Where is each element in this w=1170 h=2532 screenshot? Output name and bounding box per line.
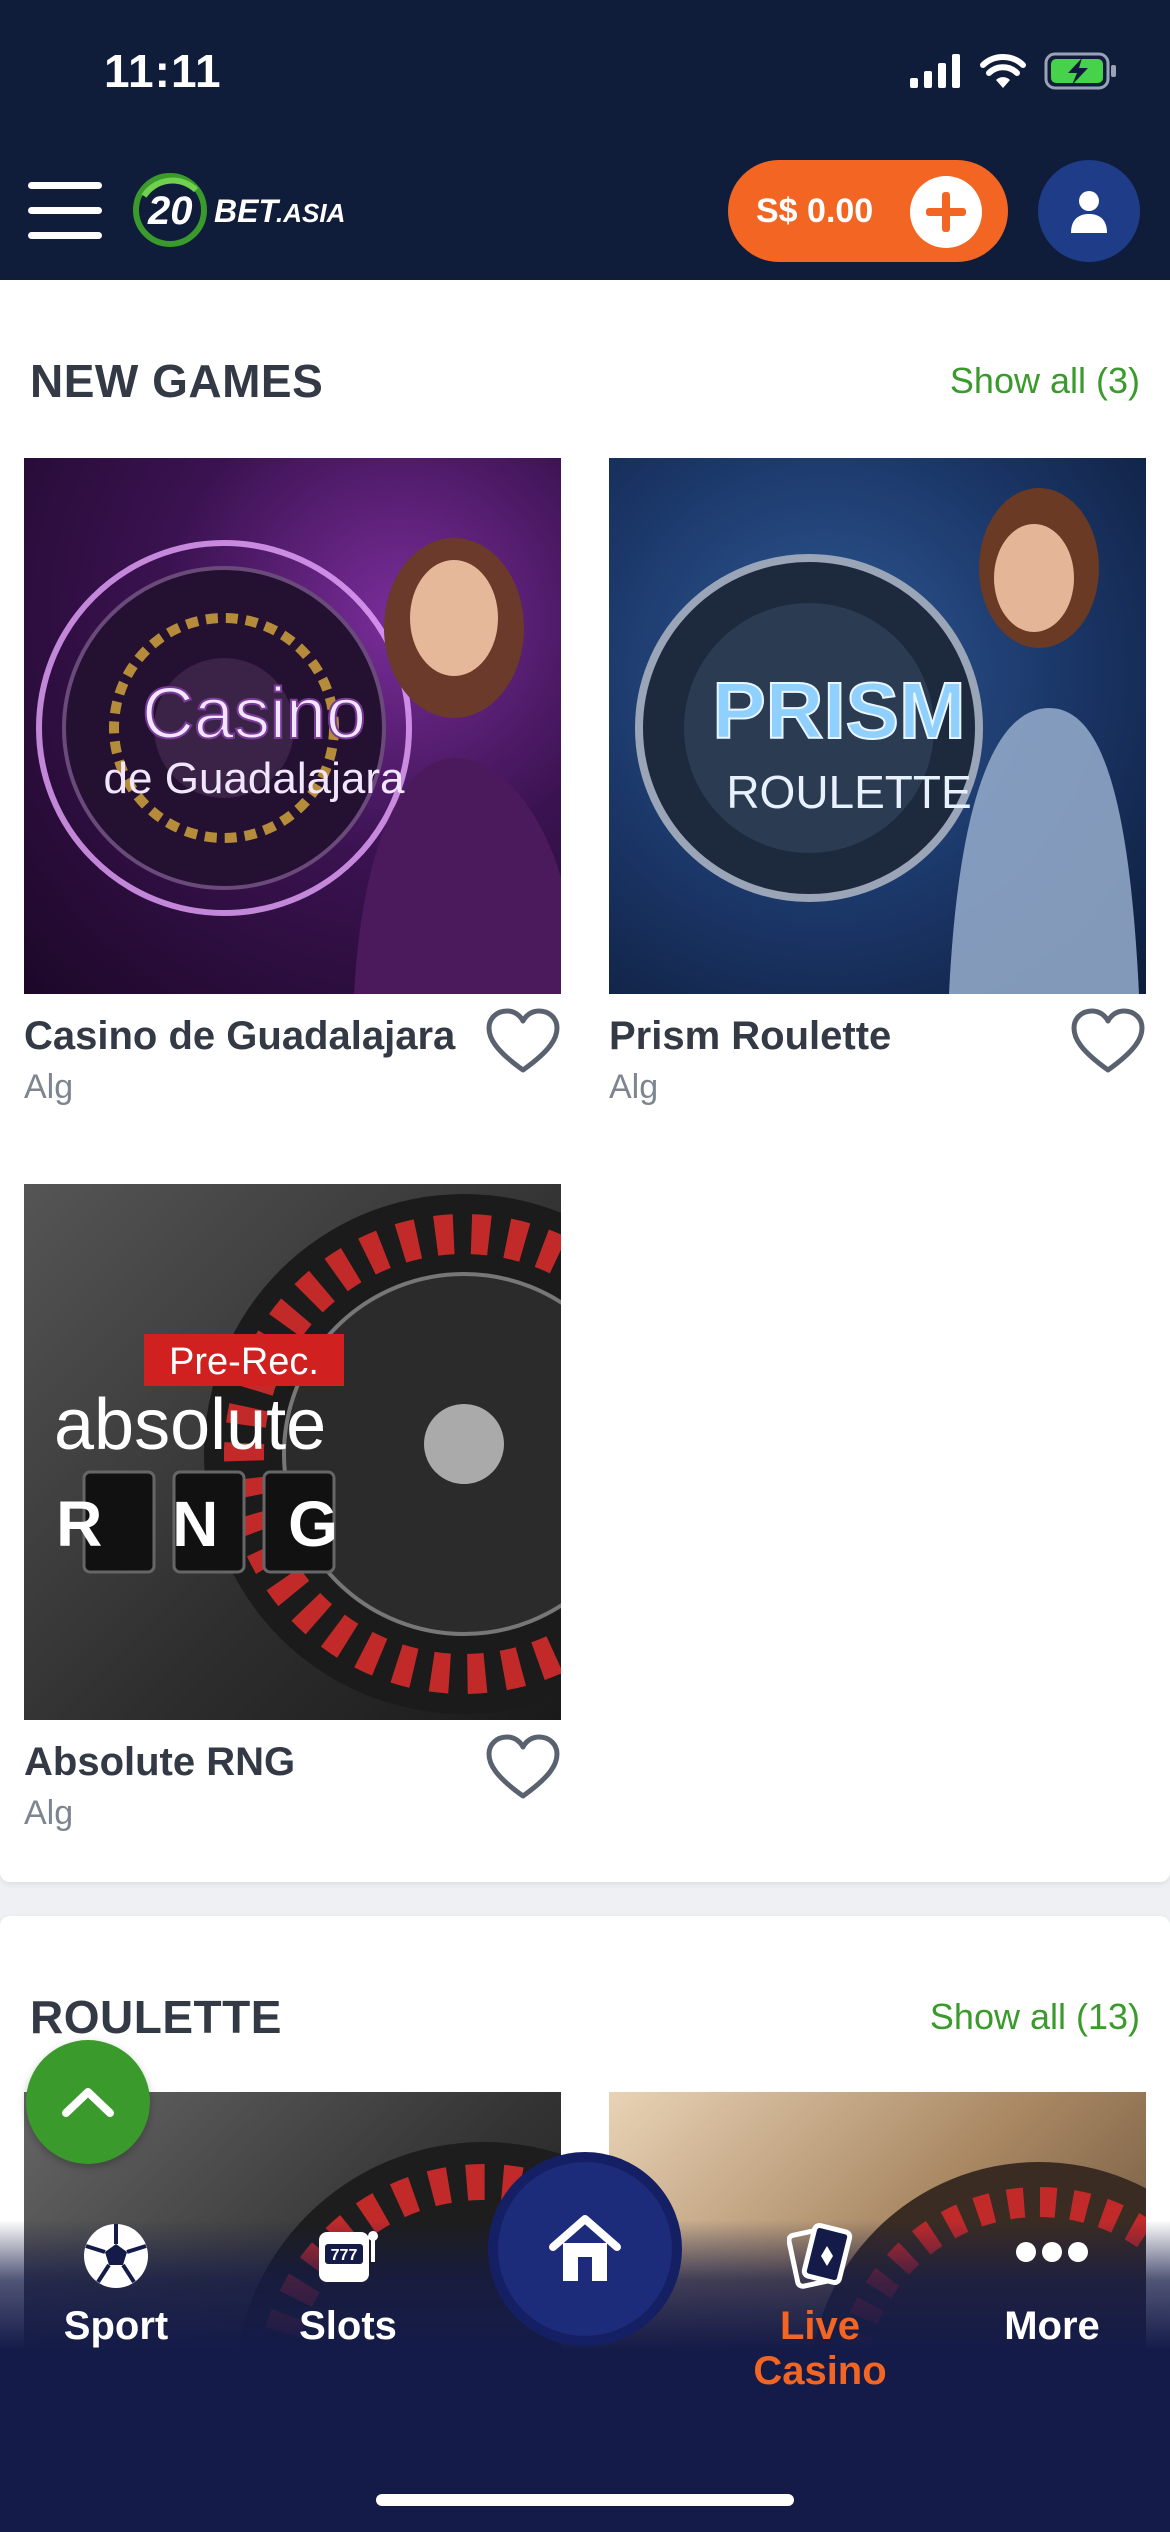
section-title-roulette: ROULETTE — [30, 1991, 282, 2043]
top-bar: 11:11 20 BET .ASIA S$ 0.00 — [0, 0, 1170, 280]
roulette-art: Casino de Guadalajara — [36, 538, 561, 994]
nav-label-sport: Sport — [63, 2304, 169, 2348]
app-header: 20 BET .ASIA S$ 0.00 — [0, 150, 1170, 280]
plus-icon — [910, 176, 982, 248]
battery-charging-icon — [1044, 52, 1116, 90]
game-thumbnail[interactable]: PRISM ROULETTE — [609, 458, 1146, 994]
logo-suffix: .ASIA — [276, 198, 345, 228]
scroll-to-top-button[interactable] — [26, 2040, 150, 2164]
nav-item-slots[interactable]: 777 Slots — [248, 2220, 448, 2360]
show-all-roulette-link[interactable]: Show all (13) — [930, 1996, 1140, 2038]
wifi-icon — [980, 54, 1026, 88]
nav-label-more: More — [1004, 2304, 1100, 2348]
art-title-line1: Pre-Rec. — [169, 1341, 319, 1383]
logo-mark: 20 BET .ASIA — [133, 173, 345, 247]
roulette-art: PRISM ROULETTE — [635, 488, 1139, 994]
art-title-line2: ROULETTE — [726, 766, 971, 818]
nav-item-more[interactable]: More — [952, 2220, 1152, 2360]
game-thumbnail[interactable]: Pre-Rec. absolute R N G — [24, 1184, 561, 1720]
home-indicator-bar — [376, 2494, 794, 2506]
game-provider: Alg — [609, 1068, 659, 1106]
logo-number: 20 — [147, 189, 193, 233]
nav-label-live-casino: Live Casino — [753, 2304, 887, 2393]
roulette-art: Pre-Rec. absolute R N G — [54, 1194, 561, 1714]
favorite-heart-icon[interactable] — [485, 1732, 561, 1802]
user-icon — [1071, 191, 1107, 233]
game-tile-absolute-rng[interactable]: Pre-Rec. absolute R N G Absolute RNG Alg — [24, 1184, 561, 1844]
home-icon — [549, 2215, 621, 2281]
chevron-up-icon — [62, 2088, 114, 2117]
show-all-new-games-link[interactable]: Show all (3) — [950, 360, 1140, 402]
brand-logo[interactable]: 20 BET .ASIA — [130, 170, 360, 250]
art-title-line1: PRISM — [712, 666, 965, 755]
game-tile-casino-de-guadalajara[interactable]: Casino de Guadalajara Casino de Guadalaj… — [24, 458, 561, 1118]
status-time: 11:11 — [104, 45, 222, 97]
balance-amount: S$ 0.00 — [756, 191, 874, 230]
art-title-line2: absolute — [54, 1385, 326, 1465]
new-games-section: NEW GAMES Show all (3) Casino de Guadala… — [0, 280, 1170, 1882]
art-title-line3: R N G — [56, 1488, 364, 1560]
hamburger-menu-button[interactable] — [28, 180, 102, 242]
slot-machine-icon: 777 — [319, 2231, 378, 2282]
favorite-heart-icon[interactable] — [1070, 1006, 1146, 1076]
game-tile-prism-roulette[interactable]: PRISM ROULETTE Prism Roulette Alg — [609, 458, 1146, 1118]
signal-icon — [910, 54, 960, 88]
app-screen: 11:11 20 BET .ASIA S$ 0.00 NEW GAMES Sho… — [0, 0, 1170, 2532]
cards-icon — [787, 2222, 853, 2289]
art-title-line1: Casino — [142, 674, 366, 754]
nav-item-sport[interactable]: Sport — [16, 2220, 216, 2360]
game-provider: Alg — [24, 1068, 74, 1106]
section-title-new-games: NEW GAMES — [30, 355, 324, 407]
nav-label-slots: Slots — [299, 2304, 397, 2348]
soccer-ball-icon — [84, 2224, 148, 2288]
game-name: Prism Roulette — [609, 1014, 892, 1058]
game-name: Casino de Guadalajara — [24, 1014, 456, 1058]
nav-item-live-casino[interactable]: Live Casino — [720, 2220, 920, 2393]
more-dots-icon — [1016, 2242, 1088, 2262]
art-title-line2: de Guadalajara — [104, 754, 405, 803]
game-name: Absolute RNG — [24, 1740, 296, 1784]
logo-text: BET — [214, 193, 280, 229]
svg-text:777: 777 — [331, 2247, 358, 2264]
game-provider: Alg — [24, 1794, 74, 1832]
nav-home-button[interactable] — [488, 2152, 682, 2346]
favorite-heart-icon[interactable] — [485, 1006, 561, 1076]
balance-deposit-button[interactable]: S$ 0.00 — [728, 160, 1008, 262]
status-icons — [910, 52, 1118, 90]
account-button[interactable] — [1038, 160, 1140, 262]
game-thumbnail[interactable]: Casino de Guadalajara — [24, 458, 561, 994]
